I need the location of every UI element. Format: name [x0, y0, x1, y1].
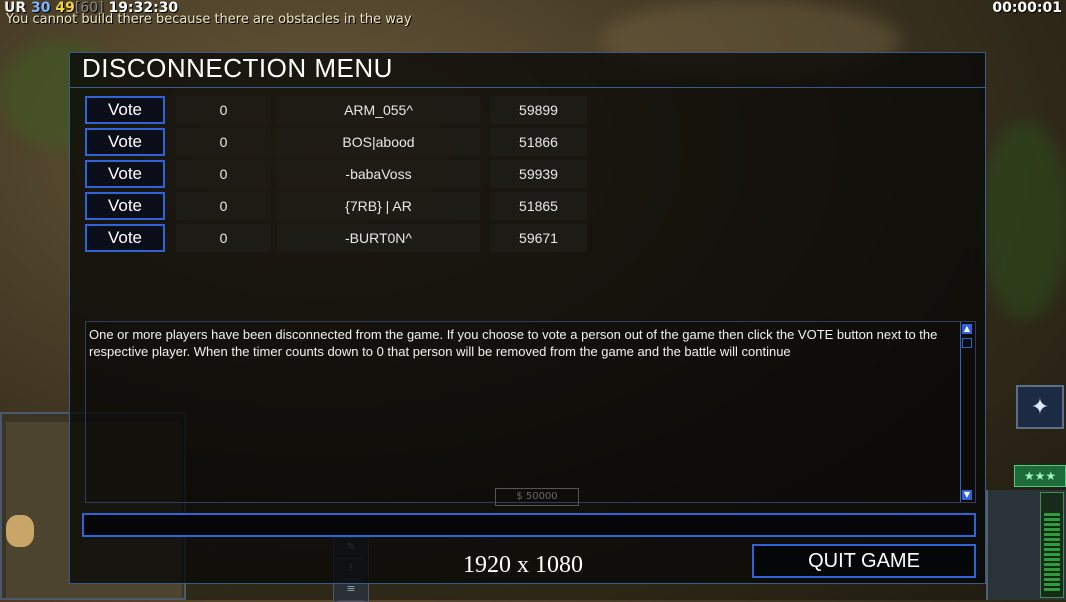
vote-button[interactable]: Vote [85, 160, 165, 188]
menu-title: DISCONNECTION MENU [82, 53, 393, 83]
power-gauge-fill [1044, 513, 1060, 593]
player-timer: 59899 [490, 96, 587, 124]
vote-count: 0 [176, 224, 271, 252]
status-message: You cannot build there because there are… [6, 12, 412, 27]
player-name: ARM_055^ [277, 96, 480, 124]
vote-count: 0 [176, 160, 271, 188]
rank-stars-icon: ★★★ [1014, 465, 1066, 487]
disconnect-message: One or more players have been disconnect… [89, 327, 938, 359]
title-divider [70, 87, 985, 88]
vote-button[interactable]: Vote [85, 224, 165, 252]
vote-count: 0 [176, 128, 271, 156]
quit-game-button[interactable]: QUIT GAME [752, 544, 976, 578]
vote-count: 0 [176, 96, 271, 124]
player-timer: 59939 [490, 160, 587, 188]
player-name: -BURT0N^ [277, 224, 480, 252]
satellite-icon[interactable]: ✦ [1016, 385, 1064, 429]
message-scrollbar[interactable]: ▲ ▼ [960, 322, 975, 502]
vote-button[interactable]: Vote [85, 96, 165, 124]
disconnection-menu: DISCONNECTION MENU Vote 0 ARM_055^ 59899… [69, 52, 986, 584]
side-money-readout: $ 50000 [495, 488, 579, 506]
scroll-thumb[interactable] [962, 338, 972, 348]
vote-button[interactable]: Vote [85, 128, 165, 156]
vote-count: 0 [176, 192, 271, 220]
player-name: -babaVoss [277, 160, 480, 188]
resolution-label: 1920 x 1080 [463, 552, 583, 578]
terrain-patch [980, 120, 1066, 320]
formation-icon[interactable]: ≡ [338, 582, 364, 601]
scroll-up-icon[interactable]: ▲ [962, 324, 972, 334]
message-box[interactable]: One or more players have been disconnect… [85, 321, 976, 503]
chat-input[interactable] [82, 513, 976, 537]
power-gauge [1040, 492, 1064, 598]
vote-button[interactable]: Vote [85, 192, 165, 220]
game-timer: 00:00:01 [992, 0, 1062, 16]
player-name: BOS|abood [277, 128, 480, 156]
player-timer: 51866 [490, 128, 587, 156]
player-name: {7RB} | AR [277, 192, 480, 220]
minimap-marker [6, 515, 34, 547]
player-timer: 51865 [490, 192, 587, 220]
scroll-down-icon[interactable]: ▼ [962, 490, 972, 500]
player-timer: 59671 [490, 224, 587, 252]
